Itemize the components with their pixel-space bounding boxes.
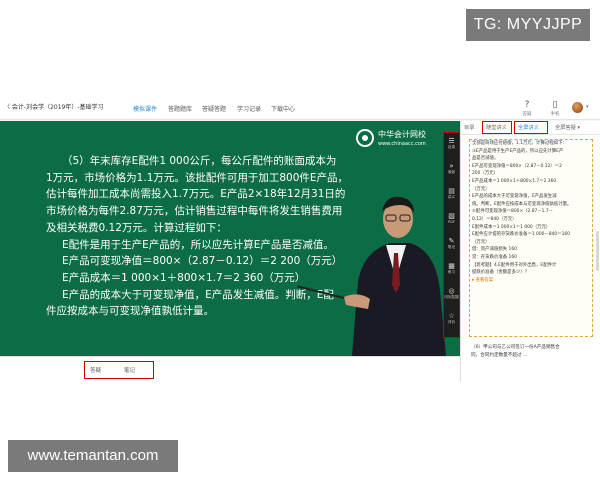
nav-item-question-bank[interactable]: 答题题库 <box>168 104 192 113</box>
view-answer-link[interactable]: ▸ 查看答案 <box>472 277 592 285</box>
tool-qa[interactable]: ◎ 问问答疑 <box>444 287 459 300</box>
handout-notes: 全部是商场应付赔偿，1.1万元，计算过程如下： ③E产品是用于生产E产品的，所以… <box>469 139 593 337</box>
handout-scrollbar[interactable] <box>596 231 599 271</box>
tab-class-handout[interactable]: 随堂讲义 <box>486 124 507 131</box>
tool-practice[interactable]: ▦ 练习 <box>444 262 459 275</box>
star-icon: ☆ <box>448 312 455 320</box>
lesson-line: 1万元，市场价格为1.1万元。该批配件可用于加工800件E产品， <box>46 171 349 184</box>
phone-icon[interactable]: ▯ <box>548 100 562 110</box>
note-line: 提跌价准备（金额是多少）？ <box>472 270 530 276</box>
note-line: E配件成本＝1 000×1＝1 000（万元） <box>472 224 551 230</box>
nav-item-download-center[interactable]: 下载中心 <box>271 104 295 113</box>
handout-next-item: （6）甲公司与乙公司签订一份A产品销售合 同，合同约定数量不超过 ... <box>471 344 595 359</box>
nav-item-study-record[interactable]: 学习记录 <box>237 104 261 113</box>
lesson-line: E产品可变现净值＝800×（2.87－0.12）＝2 200（万元） <box>62 255 343 268</box>
lesson-line: E产品成本＝1 000×1＋800×1.7＝2 360（万元） <box>62 271 306 284</box>
note-line: 贷：存货跌价准备 160 <box>472 254 517 260</box>
tab-qa[interactable]: 答疑 <box>90 366 101 374</box>
note-line: 0.12）＝840（万元） <box>472 216 517 222</box>
note-line: 200（万元） <box>472 171 498 177</box>
note-line: E产品的成本大于可变现净值，E产品发生减 <box>472 194 557 200</box>
tool-rating[interactable]: ☆ 评价 <box>444 312 459 325</box>
phone-icon-label: 手机 <box>550 112 560 117</box>
logo-mark-icon <box>356 129 374 147</box>
chinaacc-logo: 中华会计网校 www.chinaacc.com <box>356 127 452 153</box>
bottom-tab-bar: 答疑 笔记 <box>0 356 460 382</box>
question-icon-label: 答疑 <box>522 112 532 117</box>
note-line: 【思考题】4.E配件用于对外出售，E配件计 <box>472 262 557 268</box>
teacher-figure <box>344 196 446 356</box>
tool-pdf[interactable]: ▧ PDF <box>444 212 459 225</box>
tool-notes[interactable]: ✎ 笔记 <box>444 237 459 250</box>
lesson-line: 及相关税费0.12万元。计算过程如下： <box>46 221 227 234</box>
tool-catalog[interactable]: ☰ 目录 <box>444 137 459 150</box>
lesson-line: E产品的成本大于可变现净值，E产品发生减值。判断，E配 <box>62 288 334 301</box>
lesson-line: E配件是用于生产E产品的，所以应先计算E产品是否减值。 <box>62 238 334 251</box>
watermark-bottom: www.temantan.com <box>8 440 178 472</box>
note-line: 值。判断，E配件应按成本与可变现净值孰低计量。 <box>472 201 572 207</box>
video-side-toolbar: ☰ 目录 » 收起 ▤ 讲义 ▧ PDF ✎ 笔记 ▦ 练习 ◎ 问问答疑 ☆ 评价 <box>443 132 460 338</box>
handout-panel: 目录 随堂讲义 全屏讲义 全屏答疑 ▾ 全部是商场应付赔偿，1.1万元，计算过程… <box>460 121 600 382</box>
tab-full-qa[interactable]: 全屏答疑 ▾ <box>555 124 580 131</box>
logo-url: www.chinaacc.com <box>378 141 426 147</box>
practice-icon: ▦ <box>448 262 455 270</box>
nav-item-courseware[interactable]: 模拟课件 <box>133 104 157 113</box>
tab-notes[interactable]: 笔记 <box>124 366 135 374</box>
logo-name: 中华会计网校 <box>378 130 426 139</box>
avatar[interactable] <box>572 102 583 113</box>
lesson-line: 市场价格为每件2.87万元，估计销售过程中每件将发生销售费用 <box>46 205 343 218</box>
lesson-line: 件应按成本与可变现净值孰低计量。 <box>46 305 214 318</box>
handout-icon: ▤ <box>448 187 455 195</box>
note-line: 品是否减值。 <box>472 156 499 162</box>
chevron-down-icon[interactable]: ▾ <box>586 104 589 110</box>
note-line: 全部是商场应付赔偿，1.1万元，计算过程如下： <box>472 141 567 146</box>
note-line: E产品成本＝1 000×1＋800×1.7＝2 360 <box>472 178 557 184</box>
qa-icon: ◎ <box>448 287 455 295</box>
note-line: （6）甲公司与乙公司签订一份A产品销售合 <box>471 345 560 350</box>
watermark-top: TG: MYYJJPP <box>466 9 590 41</box>
tool-collapse[interactable]: » 收起 <box>444 162 459 175</box>
screenshot-page: 〈 会计-刘会学（2019年）-基础学习 模拟课件 答题题库 答疑答题 学习记录… <box>0 0 600 480</box>
lesson-slide-text: （5）年末库存E配件1 000公斤，每公斤配件的账面成本为 1万元，市场价格为1… <box>46 153 376 320</box>
tab-catalog[interactable]: 目录 <box>464 124 474 131</box>
collapse-icon: » <box>449 162 454 170</box>
pdf-icon: ▧ <box>448 212 455 220</box>
note-line: 借：资产减值损失 160 <box>472 247 517 253</box>
tab-full-handout[interactable]: 全屏讲义 <box>518 124 539 131</box>
note-line: 同，合同约定数量不超过 ... <box>471 352 528 358</box>
note-line: E配件应计提的存货跌价准备＝1 000－840＝160 <box>472 232 570 238</box>
video-player[interactable]: 中华会计网校 www.chinaacc.com （5）年末库存E配件1 000公… <box>0 121 460 356</box>
tool-handout[interactable]: ▤ 讲义 <box>444 187 459 200</box>
question-icon[interactable]: ? <box>520 100 534 110</box>
nav-item-qa[interactable]: 答疑答题 <box>202 104 226 113</box>
note-line: （万元） <box>472 186 490 192</box>
lesson-line: 估计每件加工成本尚需投入1.7万元。E产品2×18年12月31日的 <box>46 188 346 201</box>
note-line: ②配件可变现净值＝800×（2.87－1.7－ <box>472 209 554 215</box>
note-line: （万元） <box>472 239 490 245</box>
top-navigation-bar: 〈 会计-刘会学（2019年）-基础学习 模拟课件 答题题库 答疑答题 学习记录… <box>0 96 600 120</box>
note-line: ③E产品是用于生产E产品的，所以应先计算E产 <box>472 148 564 154</box>
handout-tabs: 目录 随堂讲义 全屏讲义 全屏答疑 ▾ <box>461 121 600 135</box>
course-title[interactable]: 〈 会计-刘会学（2019年）-基础学习 <box>4 102 104 111</box>
lesson-line: （5）年末库存E配件1 000公斤，每公斤配件的账面成本为 <box>62 155 337 167</box>
list-icon: ☰ <box>448 137 455 145</box>
note-icon: ✎ <box>448 237 455 245</box>
course-player-window: 〈 会计-刘会学（2019年）-基础学习 模拟课件 答题题库 答疑答题 学习记录… <box>0 96 600 382</box>
note-line: E产品可变现净值＝800×（2.87－0.12）＝2 <box>472 163 562 169</box>
